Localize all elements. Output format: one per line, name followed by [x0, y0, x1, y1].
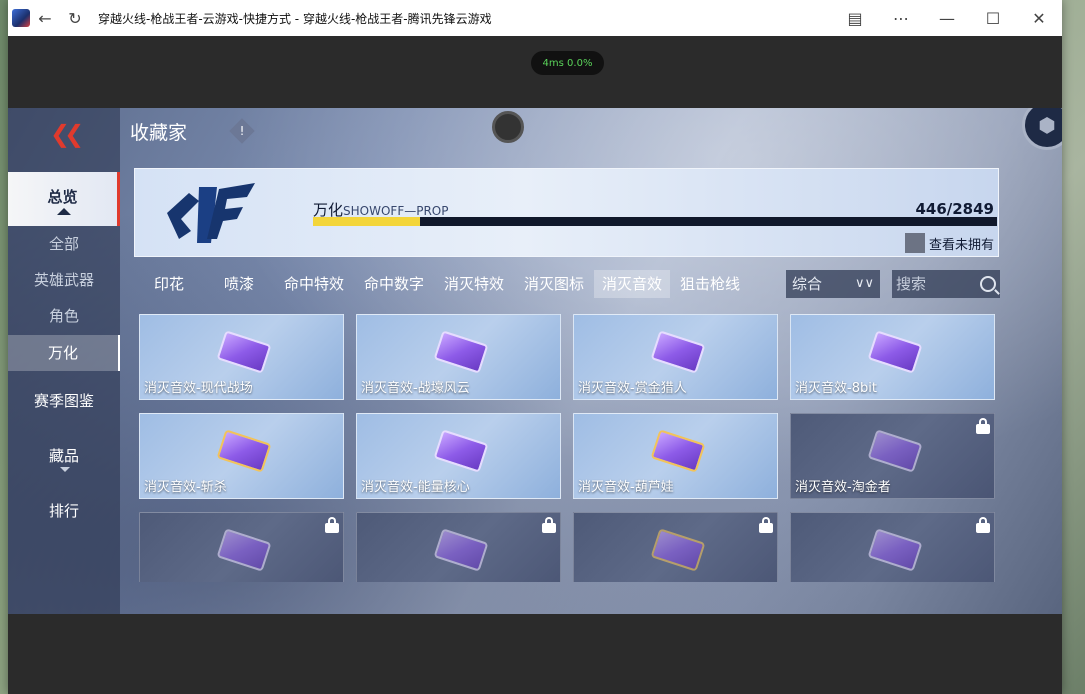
item-card[interactable]: [573, 512, 778, 582]
app-icon: [12, 9, 30, 27]
nav-overview-label: 总览: [47, 188, 78, 206]
window-title: 穿越火线-枪战王者-云游戏-快捷方式 - 穿越火线-枪战王者-腾讯先锋云游戏: [98, 11, 492, 26]
checkbox[interactable]: [904, 233, 925, 253]
collection-count: 446/2849: [915, 200, 994, 218]
cf-logo-icon: [167, 183, 255, 243]
maximize-button[interactable]: ☐: [970, 0, 1016, 36]
ticket-icon: [650, 528, 706, 572]
sort-dropdown[interactable]: 综合 ∨∨: [786, 270, 880, 298]
tab-2[interactable]: 命中特效: [274, 270, 354, 298]
nav-sub-all[interactable]: 全部: [8, 230, 120, 258]
page-title: 收藏家: [130, 122, 188, 144]
show-unowned-label: 查看未拥有: [928, 237, 994, 253]
search-icon[interactable]: [980, 276, 996, 292]
tab-1[interactable]: 喷漆: [204, 270, 274, 298]
search-input[interactable]: 搜索: [892, 270, 1000, 298]
item-card-label: 消灭音效-现代战场: [144, 381, 253, 396]
collection-progress-bar: [313, 217, 997, 226]
item-card[interactable]: [790, 512, 995, 582]
search-placeholder: 搜索: [896, 275, 927, 293]
item-card-label: 消灭音效-葫芦娃: [578, 480, 674, 495]
nav-ranking[interactable]: 排行: [8, 496, 120, 526]
ticket-icon: [867, 429, 923, 473]
title-bar: ← ↻ 穿越火线-枪战王者-云游戏-快捷方式 - 穿越火线-枪战王者-腾讯先锋云…: [8, 0, 1062, 36]
tab-5[interactable]: 消灭图标: [514, 270, 594, 298]
nav-collection[interactable]: 藏品: [8, 441, 120, 472]
collection-progress-fill: [313, 217, 421, 226]
tab-3[interactable]: 命中数字: [354, 270, 434, 298]
item-card-label: 消灭音效-战壕风云: [361, 381, 470, 396]
lock-icon: [976, 418, 990, 434]
nav-season[interactable]: 赛季图鉴: [8, 386, 120, 416]
info-mark: !: [239, 124, 245, 138]
ticket-icon: [216, 429, 272, 473]
tab-7[interactable]: 狙击枪线: [670, 270, 750, 298]
caret-down-icon: [60, 467, 70, 472]
chevron-down-icon: ∨∨: [854, 276, 874, 291]
ticket-icon: [216, 528, 272, 572]
back-chevron-icon[interactable]: ❮❮: [50, 120, 84, 148]
category-tabs: 印花 喷漆 命中特效 命中数字 消灭特效 消灭图标 消灭音效 狙击枪线: [134, 270, 750, 298]
back-arrow-icon[interactable]: ←: [30, 0, 60, 36]
ticket-icon: [867, 528, 923, 572]
nav-sub-characters[interactable]: 角色: [8, 302, 120, 330]
device-icon[interactable]: ▤: [832, 0, 878, 36]
ticket-icon: [216, 330, 272, 374]
item-card[interactable]: 消灭音效-现代战场: [139, 314, 344, 400]
item-card[interactable]: 消灭音效-淘金者: [790, 413, 995, 499]
item-card[interactable]: 消灭音效-能量核心: [356, 413, 561, 499]
app-window: ← ↻ 穿越火线-枪战王者-云游戏-快捷方式 - 穿越火线-枪战王者-腾讯先锋云…: [8, 0, 1062, 694]
show-unowned-toggle[interactable]: 查看未拥有: [904, 233, 994, 253]
item-card[interactable]: 消灭音效-葫芦娃: [573, 413, 778, 499]
tab-0[interactable]: 印花: [134, 270, 204, 298]
game-view: ❮❮ 总览 全部 英雄武器 角色 万化 赛季图鉴 藏品 排行 收藏家 ! ⬢ 万…: [8, 108, 1062, 614]
settings-gear-icon[interactable]: ⬢: [1022, 108, 1062, 150]
left-nav: ❮❮ 总览 全部 英雄武器 角色 万化 赛季图鉴 藏品 排行: [8, 108, 120, 614]
collection-banner: 万化SHOWOFF—PROP 446/2849 查看未拥有: [134, 168, 999, 257]
nav-overview[interactable]: 总览: [8, 172, 120, 226]
lock-icon: [976, 517, 990, 533]
item-card[interactable]: 消灭音效-8bit: [790, 314, 995, 400]
latency-badge: 4ms 0.0%: [531, 51, 604, 75]
info-icon[interactable]: !: [229, 118, 255, 144]
item-card[interactable]: 消灭音效-赏金猎人: [573, 314, 778, 400]
item-grid: 消灭音效-现代战场 消灭音效-战壕风云 消灭音效-赏金猎人 消灭音效-8bit 消灭音效…: [134, 314, 1004, 582]
item-card-label: 消灭音效-8bit: [795, 381, 877, 396]
close-button[interactable]: ✕: [1016, 0, 1062, 36]
item-card[interactable]: [139, 512, 344, 582]
ticket-icon: [650, 429, 706, 473]
more-icon[interactable]: ⋯: [878, 0, 924, 36]
item-card-label: 消灭音效-斩杀: [144, 480, 227, 495]
item-card[interactable]: 消灭音效-斩杀: [139, 413, 344, 499]
nav-sub-wanhua[interactable]: 万化: [8, 335, 120, 371]
ticket-icon: [650, 330, 706, 374]
nav-sub-hero-weapons[interactable]: 英雄武器: [8, 266, 120, 294]
refresh-icon[interactable]: ↻: [60, 0, 90, 36]
ticket-icon: [433, 528, 489, 572]
nav-collection-label: 藏品: [48, 447, 79, 465]
item-card[interactable]: 消灭音效-战壕风云: [356, 314, 561, 400]
item-card[interactable]: [356, 512, 561, 582]
tab-4[interactable]: 消灭特效: [434, 270, 514, 298]
banner-name-en: SHOWOFF—PROP: [343, 204, 449, 218]
caret-up-icon: [57, 208, 71, 215]
item-card-label: 消灭音效-淘金者: [795, 480, 891, 495]
tab-6[interactable]: 消灭音效: [594, 270, 670, 298]
item-card-label: 消灭音效-赏金猎人: [578, 381, 687, 396]
lock-icon: [325, 517, 339, 533]
lock-icon: [542, 517, 556, 533]
lock-icon: [759, 517, 773, 533]
sort-selected: 综合: [792, 275, 823, 293]
ticket-icon: [867, 330, 923, 374]
item-card-label: 消灭音效-能量核心: [361, 480, 470, 495]
ticket-icon: [433, 429, 489, 473]
record-button[interactable]: [492, 111, 524, 143]
minimize-button[interactable]: —: [924, 0, 970, 36]
ticket-icon: [433, 330, 489, 374]
